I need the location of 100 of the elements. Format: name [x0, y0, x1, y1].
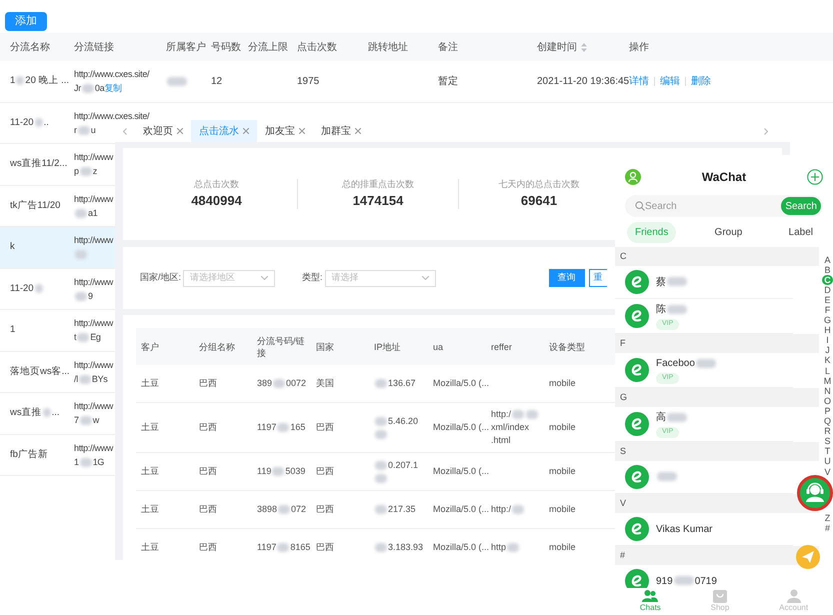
- redaction-mark: [75, 292, 87, 301]
- table-cell: 巴西: [199, 465, 217, 478]
- redaction-mark: [34, 118, 43, 127]
- redaction-mark: [375, 416, 387, 426]
- index-letter[interactable]: #: [822, 523, 833, 534]
- table-cell: 217.35: [388, 503, 416, 516]
- index-letter[interactable]: I: [822, 336, 833, 346]
- index-letter[interactable]: D: [822, 285, 833, 296]
- avatar-icon: [625, 358, 649, 382]
- index-letter[interactable]: V: [822, 466, 833, 478]
- table-cell: 巴西: [199, 377, 217, 390]
- close-icon[interactable]: [177, 128, 183, 134]
- link-text: Eg: [90, 331, 101, 344]
- table-row[interactable]: 11-20 http://www 9: [0, 268, 115, 310]
- person-icon: [786, 589, 801, 603]
- index-letter[interactable]: B: [822, 265, 833, 276]
- link-text: 7: [74, 414, 79, 428]
- add-icon[interactable]: [806, 169, 823, 185]
- index-letter[interactable]: T: [822, 446, 833, 457]
- chevron-left-icon[interactable]: [123, 128, 127, 134]
- index-letter[interactable]: O: [822, 396, 833, 406]
- column-header: 所属客户: [166, 40, 206, 54]
- table-cell: 8165: [290, 541, 310, 554]
- table-row[interactable]: k http://www: [0, 227, 115, 268]
- index-letter[interactable]: N: [822, 386, 833, 396]
- table-row[interactable]: tk广告11/20 http://www a1: [0, 186, 115, 227]
- index-letter[interactable]: G: [822, 316, 833, 326]
- index-letter[interactable]: U: [822, 456, 833, 467]
- link-text: 0a: [94, 82, 104, 96]
- sort-icon[interactable]: [581, 42, 587, 52]
- redaction-mark: [42, 408, 51, 418]
- stat-label: 七天内的总点击次数: [498, 178, 580, 190]
- table-cell: Mozilla/5.0 (...: [433, 541, 490, 554]
- section-letter: #: [620, 548, 626, 562]
- index-letter[interactable]: P: [822, 406, 833, 416]
- index-letter[interactable]: H: [822, 326, 833, 336]
- avatar-icon: [625, 270, 649, 294]
- redaction-mark: [507, 543, 520, 552]
- index-letter[interactable]: A: [822, 255, 833, 266]
- link-text: http://www: [74, 194, 114, 204]
- redaction-mark: [80, 416, 92, 426]
- index-letter[interactable]: E: [822, 295, 833, 306]
- table-cell: 072: [291, 503, 306, 516]
- close-icon[interactable]: [355, 128, 361, 134]
- column-header: 操作: [629, 40, 649, 54]
- table-row[interactable]: fb广告新 http://www 1 1G: [0, 434, 115, 476]
- tab[interactable]: 加群宝: [313, 120, 369, 142]
- redaction-mark: [667, 413, 687, 422]
- redaction-mark: [512, 410, 524, 420]
- table-cell: 土豆: [141, 421, 159, 434]
- tab[interactable]: 加友宝: [257, 120, 313, 142]
- index-letter[interactable]: Z: [822, 513, 833, 524]
- table-cell: Mozilla/5.0 (...: [433, 421, 490, 434]
- index-letter[interactable]: F: [822, 305, 833, 316]
- link-text: BYs: [92, 372, 108, 386]
- avatar-icon[interactable]: [625, 169, 641, 185]
- index-letter[interactable]: L: [822, 366, 833, 376]
- index-letter[interactable]: S: [822, 436, 833, 447]
- close-icon[interactable]: [243, 128, 249, 134]
- redaction-mark: [278, 505, 290, 514]
- table-cell: 巴西: [316, 541, 334, 554]
- link-text: http://www: [74, 152, 114, 162]
- redaction-mark: [375, 430, 387, 439]
- redaction-mark: [75, 208, 87, 218]
- name-cell: ...: [52, 406, 60, 420]
- table-cell: 土豆: [141, 503, 159, 516]
- column-header: 备注: [438, 40, 458, 54]
- name-cell: 20 晚上 ...: [25, 74, 70, 88]
- index-letter[interactable]: K: [822, 356, 833, 366]
- index-letter[interactable]: J: [822, 346, 833, 356]
- support-agent-icon[interactable]: [797, 475, 833, 511]
- close-icon[interactable]: [299, 128, 305, 134]
- table-cell: 巴西: [199, 541, 217, 554]
- column-header: IP地址: [374, 342, 401, 352]
- link-text: a1: [88, 206, 98, 220]
- avatar-icon: [625, 412, 649, 436]
- index-letter[interactable]: R: [822, 426, 833, 437]
- link-text: Jr: [74, 82, 81, 96]
- table-cell: 0072: [286, 377, 306, 390]
- tab[interactable]: Group: [706, 222, 750, 242]
- table-cell: .html: [491, 434, 511, 447]
- index-letter[interactable]: M: [822, 376, 833, 386]
- column-header: 号码数: [211, 40, 241, 54]
- redaction-mark: [77, 333, 90, 342]
- redaction-mark: [277, 423, 290, 432]
- redaction-mark: [75, 250, 87, 260]
- name-cell: tk广告11/20: [10, 198, 60, 213]
- redaction-mark: [80, 167, 92, 176]
- chevron-right-icon[interactable]: [764, 128, 768, 134]
- index-letter[interactable]: Q: [822, 416, 833, 427]
- filter-label: 国家/地区:: [140, 271, 182, 284]
- section-letter: F: [620, 336, 626, 350]
- send-icon[interactable]: [796, 545, 820, 569]
- tab[interactable]: Label: [780, 222, 821, 242]
- redaction-mark: [16, 76, 24, 86]
- link-text: http://www: [74, 318, 114, 328]
- stat-label: 总的排重点击次数: [342, 178, 414, 190]
- contact-row[interactable]: 蔡: [615, 266, 793, 299]
- table-cell: 美国: [316, 377, 334, 390]
- column-header: 分组名称: [199, 342, 235, 352]
